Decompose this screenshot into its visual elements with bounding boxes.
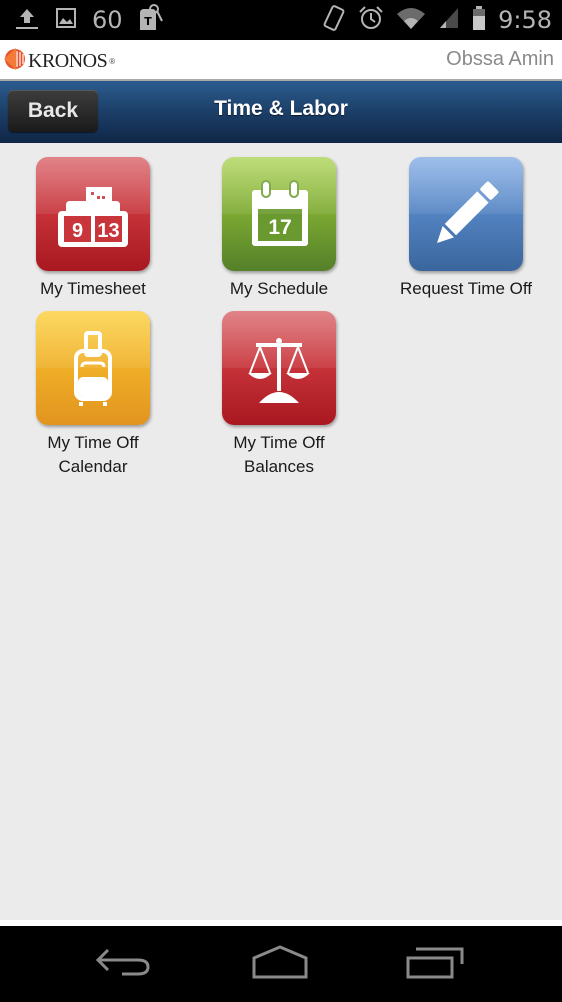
svg-text:T: T [144,15,152,28]
tile-my-schedule[interactable]: 17 My Schedule [199,157,359,301]
pencil-icon [437,181,499,243]
balances-tile-icon [222,311,336,425]
calendar-icon: 17 [252,180,308,246]
clock-time: 9:58 [498,6,552,34]
tile-label-line: Calendar [58,457,128,476]
alarm-icon [358,5,384,36]
rotate-icon [322,4,346,37]
tile-label: My Schedule [229,279,329,298]
suitcase-icon [74,331,112,406]
user-name: Obssa Amin [446,48,554,70]
schedule-tile-icon: 17 [222,157,336,271]
calendar-day: 17 [268,216,291,239]
status-bar: 60 T 9:58 [0,0,562,40]
tile-label-line: Balances [244,457,314,476]
notification-count: 60 [92,6,123,34]
navigation-bar [0,926,562,1002]
page-header: Back Time & Labor [0,81,562,143]
signal-icon [438,6,460,35]
image-icon [54,6,78,35]
tile-label: Request Time Off [400,279,532,298]
tile-label: My Time Off Calendar [13,431,173,479]
recent-apps-icon [406,947,464,979]
t-mobile-icon: T [137,3,163,38]
request-tile-icon [409,157,523,271]
brand-bar: KRONOS ® Obssa Amin [0,40,562,81]
brand-name: KRONOS [28,50,108,72]
timesheet-minute: 13 [97,220,119,242]
tile-label-line: My Time Off [233,433,325,452]
timesheet-hour: 9 [72,220,83,242]
upload-icon [14,5,40,36]
wifi-icon [396,6,426,35]
page-title: Time & Labor [214,97,348,120]
tile-my-time-off-balances[interactable]: My Time Off Balances [199,311,359,479]
nav-recent-apps-button[interactable] [404,944,474,984]
timesheet-clock-icon: 9 13 [58,187,128,247]
tile-my-time-off-calendar[interactable]: My Time Off Calendar [13,311,173,479]
nav-home-button[interactable] [246,944,316,984]
tile-label: My Timesheet [40,279,146,298]
registered-mark: ® [109,57,116,66]
tile-my-timesheet[interactable]: 9 13 My Timesheet [13,157,173,301]
tile-label-line: My Time Off [47,433,139,452]
timesheet-tile-icon: 9 13 [36,157,150,271]
tile-label: My Time Off Balances [199,431,359,479]
app-grid: 9 13 My Timesheet 17 My Schedule Request… [0,143,562,920]
kronos-logo: KRONOS ® [4,48,115,75]
home-icon [252,945,308,979]
back-icon [95,948,150,976]
battery-icon [472,5,486,36]
nav-back-button[interactable] [90,944,160,984]
tile-request-time-off[interactable]: Request Time Off [386,157,546,301]
kronos-emblem-icon [4,48,26,75]
time-off-calendar-tile-icon [36,311,150,425]
scales-icon [248,338,310,403]
